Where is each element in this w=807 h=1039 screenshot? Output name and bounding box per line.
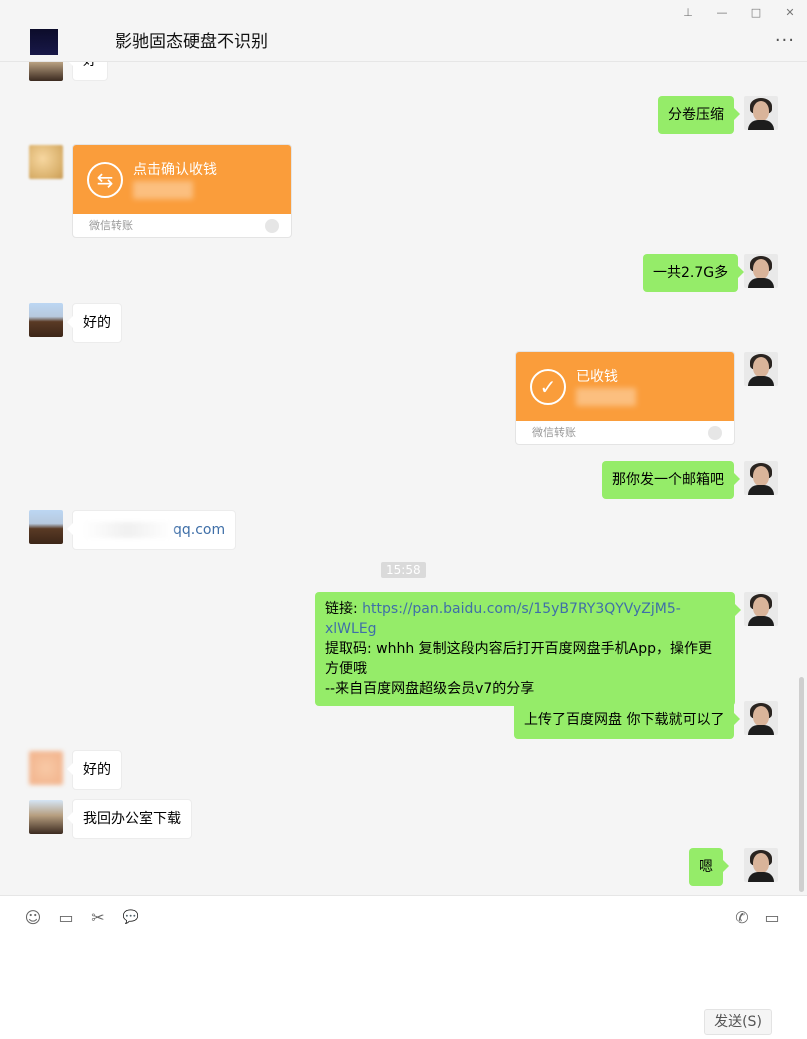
contact-avatar[interactable] bbox=[29, 800, 63, 834]
share-source-text: --来自百度网盘超级会员v7的分享 bbox=[325, 681, 535, 697]
contact-avatar[interactable] bbox=[29, 145, 63, 179]
message-bubble-incoming[interactable]: 我回办公室下载 bbox=[67, 799, 192, 839]
extract-code-text: 提取码: whhh 复制这段内容后打开百度网盘手机App，操作更方便哦 bbox=[325, 641, 713, 677]
self-avatar[interactable] bbox=[744, 461, 778, 495]
chat-title: 影驰固态硬盘不识别 bbox=[115, 32, 268, 52]
message-bubble-outgoing[interactable]: 嗯 bbox=[689, 848, 729, 886]
transfer-label: 已收钱 bbox=[576, 369, 618, 385]
chat-avatar[interactable] bbox=[30, 29, 58, 55]
baidu-pan-link[interactable]: https://pan.baidu.com/s/15yB7RY3QYVyZjM5… bbox=[325, 601, 681, 637]
transfer-card-incoming[interactable]: ⇆ 点击确认收钱 微信转账 bbox=[72, 144, 292, 238]
emoji-icon[interactable]: ☺ bbox=[23, 908, 43, 928]
pin-button[interactable]: ⊥ bbox=[678, 4, 698, 22]
message-bubble-outgoing[interactable]: 那你发一个邮箱吧 bbox=[602, 461, 740, 499]
message-bubble-incoming[interactable]: 好 bbox=[67, 62, 108, 81]
scissors-icon[interactable]: ✂ bbox=[88, 908, 108, 928]
video-call-icon[interactable]: ▭ bbox=[762, 908, 782, 928]
message-list[interactable]: 好 分卷压缩 ⇆ 点击确认收钱 微信转账 一共2.7G多 好的 ✓ 已收钱 微信… bbox=[0, 62, 807, 895]
message-bubble-outgoing-link[interactable]: 链接: https://pan.baidu.com/s/15yB7RY3QYVy… bbox=[315, 592, 741, 706]
link-prefix: 链接: bbox=[325, 601, 363, 617]
contact-avatar[interactable] bbox=[29, 751, 63, 785]
message-bubble-incoming[interactable]: 好的 bbox=[67, 303, 122, 343]
self-avatar[interactable] bbox=[744, 848, 778, 882]
transfer-footer: 微信转账 bbox=[532, 426, 576, 439]
message-bubble-outgoing[interactable]: 上传了百度网盘 你下载就可以了 bbox=[514, 701, 741, 739]
self-avatar[interactable] bbox=[744, 96, 778, 130]
close-button[interactable]: ✕ bbox=[780, 4, 800, 22]
contact-avatar[interactable] bbox=[29, 510, 63, 544]
contact-avatar[interactable] bbox=[29, 303, 63, 337]
transfer-amount bbox=[133, 181, 193, 199]
scrollbar[interactable] bbox=[799, 677, 804, 892]
transfer-card-outgoing[interactable]: ✓ 已收钱 微信转账 bbox=[515, 351, 735, 445]
checkmark-icon: ✓ bbox=[530, 369, 566, 405]
chat-header: 影驰固态硬盘不识别 ⊥ — □ ✕ ··· bbox=[0, 0, 807, 62]
timestamp: 15:58 bbox=[381, 562, 426, 578]
self-avatar[interactable] bbox=[744, 254, 778, 288]
folder-icon[interactable]: ▭ bbox=[56, 908, 76, 928]
input-area[interactable]: ☺ ▭ ✂ 💬 ✆ ▭ 发送(S) bbox=[0, 895, 807, 1039]
transfer-label: 点击确认收钱 bbox=[133, 162, 217, 178]
chat-history-icon[interactable]: 💬 bbox=[121, 908, 141, 928]
minimize-button[interactable]: — bbox=[712, 4, 732, 22]
self-avatar[interactable] bbox=[744, 352, 778, 386]
self-avatar[interactable] bbox=[744, 701, 778, 735]
self-avatar[interactable] bbox=[744, 592, 778, 626]
more-options-button[interactable]: ··· bbox=[775, 30, 795, 51]
email-domain[interactable]: qq.com bbox=[173, 522, 225, 538]
message-bubble-incoming[interactable]: qq.com bbox=[66, 510, 237, 550]
maximize-button[interactable]: □ bbox=[746, 4, 766, 22]
shield-icon bbox=[265, 219, 279, 233]
transfer-amount bbox=[576, 388, 636, 406]
send-button[interactable]: 发送(S) bbox=[704, 1009, 772, 1035]
message-bubble-incoming[interactable]: 好的 bbox=[67, 750, 122, 790]
contact-avatar[interactable] bbox=[29, 62, 63, 81]
transfer-footer: 微信转账 bbox=[89, 219, 133, 232]
message-bubble-outgoing[interactable]: 分卷压缩 bbox=[658, 96, 740, 134]
message-bubble-outgoing[interactable]: 一共2.7G多 bbox=[643, 254, 745, 292]
shield-icon bbox=[708, 426, 722, 440]
redacted-email bbox=[83, 522, 173, 538]
phone-icon[interactable]: ✆ bbox=[732, 908, 752, 928]
transfer-arrows-icon: ⇆ bbox=[87, 162, 123, 198]
